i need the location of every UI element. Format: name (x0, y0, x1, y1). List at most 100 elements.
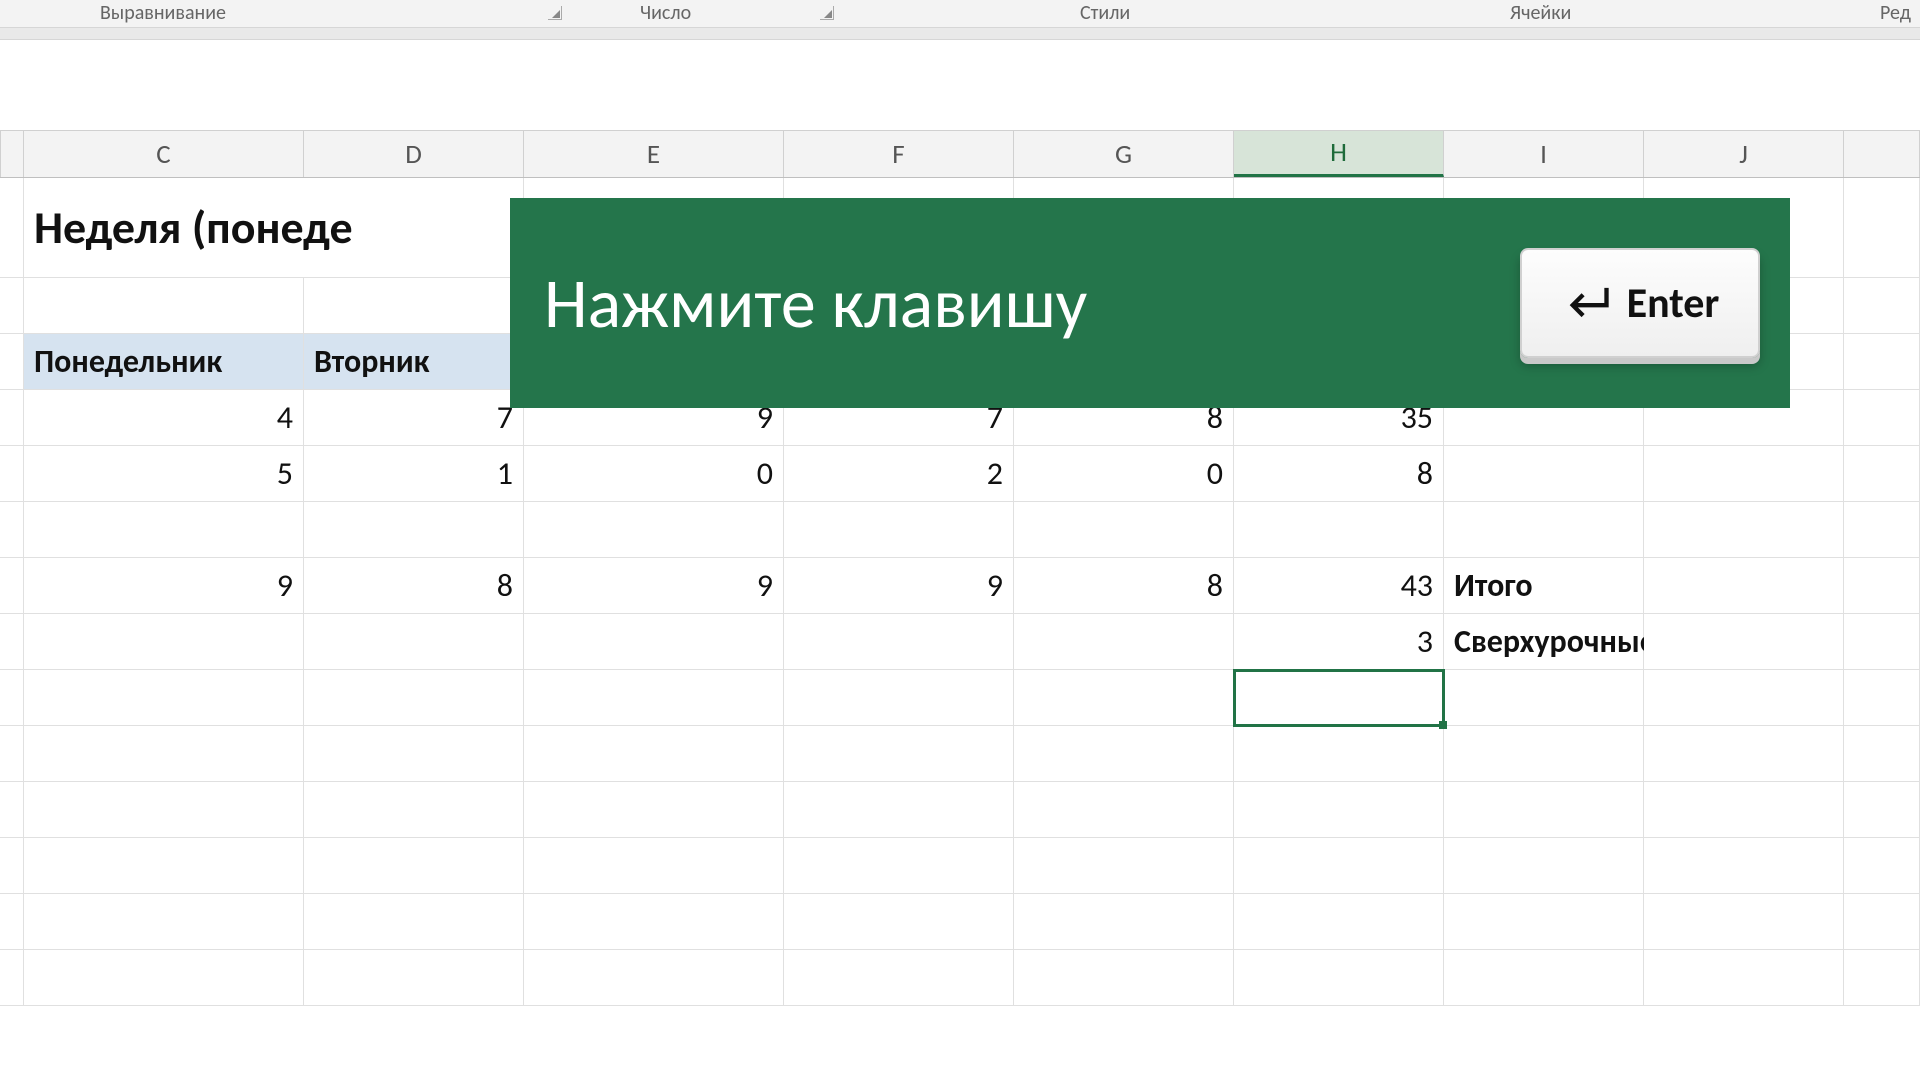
cell[interactable] (1844, 838, 1920, 894)
cell[interactable] (1014, 782, 1234, 838)
cell[interactable] (304, 278, 524, 334)
cell[interactable] (524, 726, 784, 782)
cell[interactable] (784, 726, 1014, 782)
hdr-tue[interactable]: Вторник (304, 334, 524, 390)
cell[interactable] (1644, 782, 1844, 838)
cell[interactable] (1234, 894, 1444, 950)
cell[interactable] (524, 950, 784, 1006)
col-header-D[interactable]: D (304, 131, 524, 177)
cell-D[interactable]: 8 (304, 558, 524, 614)
cell[interactable] (24, 838, 304, 894)
cell[interactable] (1644, 894, 1844, 950)
cell-E[interactable]: 0 (524, 446, 784, 502)
cell[interactable] (1844, 502, 1920, 558)
cell[interactable] (24, 782, 304, 838)
cell-C[interactable]: 9 (24, 558, 304, 614)
title-cell[interactable]: Неделя (понеде (24, 178, 304, 278)
cell-stub[interactable] (0, 558, 24, 614)
cell[interactable] (1014, 726, 1234, 782)
cell-F[interactable]: 9 (784, 558, 1014, 614)
cell-stub[interactable] (0, 782, 24, 838)
cell[interactable] (304, 726, 524, 782)
cell[interactable] (784, 950, 1014, 1006)
col-header-rest[interactable] (1844, 131, 1920, 177)
cell-C[interactable]: 4 (24, 390, 304, 446)
cell[interactable] (1844, 334, 1920, 390)
cell[interactable] (1844, 446, 1920, 502)
cell[interactable] (304, 670, 524, 726)
cell-H[interactable]: 8 (1234, 446, 1444, 502)
cell[interactable] (24, 278, 304, 334)
cell-F[interactable]: 2 (784, 446, 1014, 502)
cell[interactable] (1234, 502, 1444, 558)
cell[interactable] (1844, 782, 1920, 838)
cell[interactable] (1844, 670, 1920, 726)
col-header-I[interactable]: I (1444, 131, 1644, 177)
cell[interactable] (1014, 950, 1234, 1006)
cell[interactable] (1844, 558, 1920, 614)
cell[interactable] (1014, 670, 1234, 726)
cell[interactable] (304, 614, 524, 670)
cell[interactable] (304, 838, 524, 894)
cell-stub[interactable] (0, 502, 24, 558)
cell-stub[interactable] (0, 446, 24, 502)
cell-stub[interactable] (0, 950, 24, 1006)
cell-H[interactable]: 43 (1234, 558, 1444, 614)
cell-stub[interactable] (0, 726, 24, 782)
cell[interactable] (304, 894, 524, 950)
cell[interactable] (1444, 894, 1644, 950)
cell[interactable] (1444, 782, 1644, 838)
cell-stub[interactable] (0, 838, 24, 894)
cell[interactable] (24, 894, 304, 950)
dialog-launcher-icon[interactable] (548, 6, 562, 20)
cell[interactable] (784, 502, 1014, 558)
cell[interactable] (1644, 726, 1844, 782)
selected-cell[interactable] (1234, 670, 1444, 726)
cell[interactable] (24, 726, 304, 782)
cell[interactable] (1844, 950, 1920, 1006)
cell[interactable] (1844, 178, 1920, 278)
cell-G[interactable]: 0 (1014, 446, 1234, 502)
cell[interactable] (1014, 502, 1234, 558)
cell[interactable] (1844, 614, 1920, 670)
cell-D[interactable]: 1 (304, 446, 524, 502)
cell[interactable] (1644, 502, 1844, 558)
cell[interactable] (784, 670, 1014, 726)
hdr-mon[interactable]: Понедельник (24, 334, 304, 390)
cell[interactable] (1644, 446, 1844, 502)
cell-stub[interactable] (0, 894, 24, 950)
cell[interactable] (304, 782, 524, 838)
cell[interactable] (1844, 894, 1920, 950)
cell-E[interactable]: 9 (524, 558, 784, 614)
col-header-F[interactable]: F (784, 131, 1014, 177)
cell[interactable] (24, 614, 304, 670)
cell-C[interactable]: 5 (24, 446, 304, 502)
cell[interactable] (24, 950, 304, 1006)
cell-stub[interactable] (0, 278, 24, 334)
cell[interactable] (1444, 670, 1644, 726)
cell[interactable] (524, 894, 784, 950)
cell[interactable] (784, 894, 1014, 950)
cell[interactable] (784, 614, 1014, 670)
cell[interactable] (1444, 838, 1644, 894)
cell[interactable] (1234, 950, 1444, 1006)
cell[interactable] (1444, 446, 1644, 502)
cell[interactable] (1644, 558, 1844, 614)
col-header-J[interactable]: J (1644, 131, 1844, 177)
cell[interactable] (784, 782, 1014, 838)
cell[interactable] (1644, 950, 1844, 1006)
cell[interactable] (1444, 502, 1644, 558)
cell[interactable] (304, 950, 524, 1006)
cell[interactable] (1234, 726, 1444, 782)
col-header-H[interactable]: H (1234, 131, 1444, 177)
label-overtime[interactable]: Сверхурочные (1444, 614, 1644, 670)
col-header-stub[interactable] (0, 131, 24, 177)
cell[interactable] (524, 614, 784, 670)
cell[interactable] (24, 502, 304, 558)
cell[interactable] (1234, 782, 1444, 838)
cell[interactable] (304, 502, 524, 558)
cell-D[interactable]: 7 (304, 390, 524, 446)
cell[interactable] (24, 670, 304, 726)
cell[interactable] (1844, 726, 1920, 782)
cell-stub[interactable] (0, 614, 24, 670)
